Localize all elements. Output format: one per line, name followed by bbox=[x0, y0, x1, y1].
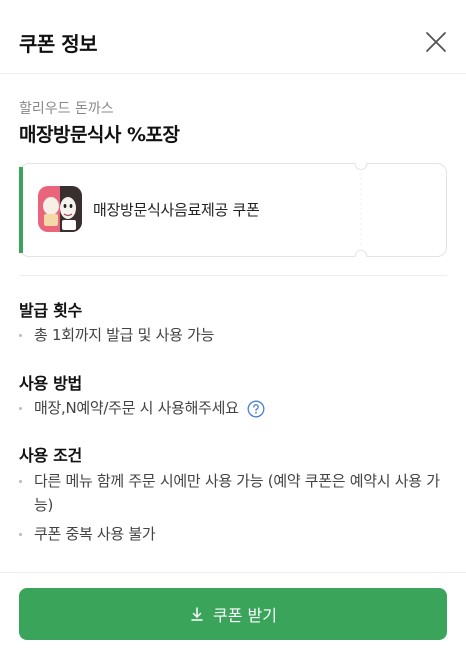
list-item: 총 1회까지 발급 및 사용 가능 bbox=[19, 323, 449, 347]
header: 쿠폰 정보 bbox=[0, 0, 466, 74]
list-item-text: 쿠폰 중복 사용 불가 bbox=[34, 525, 156, 543]
close-icon[interactable] bbox=[420, 26, 452, 58]
list-item: 다른 메뉴 함께 주문 시에만 사용 가능 (예약 쿠폰은 예약시 사용 가능) bbox=[19, 469, 449, 517]
page-title: 쿠폰 정보 bbox=[19, 32, 98, 56]
list-item: 매장,N예약/주문 시 사용해주세요 bbox=[19, 396, 449, 420]
receive-coupon-button[interactable]: 쿠폰 받기 bbox=[19, 588, 447, 640]
section-title-usage: 사용 방법 bbox=[19, 374, 82, 393]
bottom-divider bbox=[0, 572, 466, 573]
section-title-issue: 발급 횟수 bbox=[19, 301, 82, 320]
coupon-card: 매장방문식사음료제공 쿠폰 bbox=[19, 163, 447, 257]
coupon-thumbnail bbox=[38, 186, 82, 232]
coupon-name: 매장방문식사음료제공 쿠폰 bbox=[93, 201, 260, 219]
bullet-dot bbox=[19, 533, 22, 536]
store-name: 할리우드 돈까스 bbox=[19, 101, 114, 117]
bullet-dot bbox=[19, 480, 22, 483]
list-item-text: 다른 메뉴 함께 주문 시에만 사용 가능 (예약 쿠폰은 예약시 사용 가능) bbox=[34, 472, 440, 514]
question-circle-icon[interactable] bbox=[247, 400, 265, 418]
receive-coupon-label: 쿠폰 받기 bbox=[213, 606, 277, 625]
list-item: 쿠폰 중복 사용 불가 bbox=[19, 522, 449, 546]
help-button[interactable] bbox=[247, 400, 265, 418]
section-title-conditions: 사용 조건 bbox=[19, 446, 82, 465]
coupon-title: 매장방문식사 %포장 bbox=[19, 124, 180, 146]
coupon-thumbnail-image bbox=[38, 186, 82, 232]
close-button[interactable] bbox=[420, 26, 452, 58]
bullet-dot bbox=[19, 334, 22, 337]
bullet-dot bbox=[19, 407, 22, 410]
download-icon bbox=[189, 606, 205, 622]
list-item-text: 총 1회까지 발급 및 사용 가능 bbox=[34, 326, 215, 344]
divider bbox=[19, 275, 447, 276]
list-item-text: 매장,N예약/주문 시 사용해주세요 bbox=[34, 399, 239, 417]
